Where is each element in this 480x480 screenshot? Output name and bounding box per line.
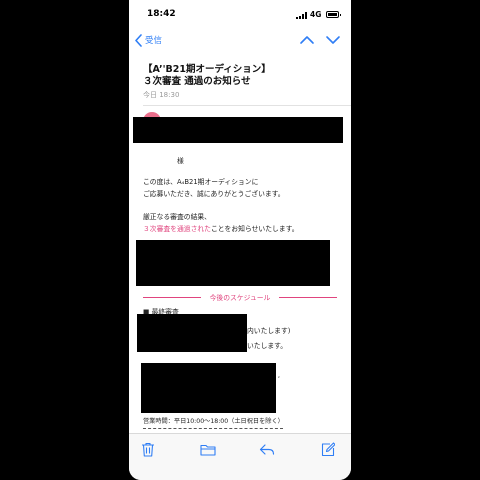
subject-line-2: ３次審査 通過のお知らせ: [143, 76, 251, 87]
redacted-sender: [133, 117, 343, 143]
chevron-down-icon[interactable]: [325, 33, 341, 47]
divider-dashes: [143, 428, 283, 429]
para1-line2: ご応募いただき、誠にありがとうございます。: [143, 190, 285, 198]
chevron-left-icon: [135, 33, 142, 47]
status-time: 18:42: [147, 9, 176, 19]
mail-subject: 【A’'B21期オーディション】 ３次審査 通過のお知らせ: [143, 64, 343, 88]
business-hours: 営業時間：平日10:00～18:00（土日祝日を除く）: [143, 418, 284, 425]
mail-screen: 18:42 4G 受信 【A’'B21期オーディション】 ３次審査 通過のお知ら…: [129, 0, 351, 480]
chevron-up-icon[interactable]: [299, 33, 315, 47]
nav-bar: 受信: [129, 28, 351, 52]
partial-text-3: ʹ: [278, 376, 280, 384]
reply-icon[interactable]: [259, 442, 275, 457]
signal-icon: [296, 12, 307, 19]
redacted-block-3: [141, 363, 276, 413]
partial-text-2: いたします。: [247, 342, 288, 350]
back-button[interactable]: 受信: [134, 32, 162, 48]
para1-line1: この度は、A₄B21期オーディションに: [143, 178, 259, 186]
para2-rest: ことをお知らせいたします。: [210, 225, 299, 233]
battery-icon: [326, 11, 341, 18]
greeting: 様: [177, 157, 184, 165]
redacted-block-1: [136, 240, 330, 286]
para2-line1: 厳正なる審査の結果、: [143, 213, 211, 221]
network-label: 4G: [310, 10, 322, 19]
header-divider: [143, 105, 351, 106]
compose-icon[interactable]: [321, 442, 335, 457]
para2-line2: ３次審査を通過されたことをお知らせいたします。: [143, 223, 299, 233]
back-label: 受信: [145, 36, 163, 46]
schedule-header: 今後のスケジュール: [143, 290, 337, 304]
trash-icon[interactable]: [141, 442, 155, 457]
folder-icon[interactable]: [200, 442, 216, 457]
pass-highlight: ３次審査を通過された: [143, 225, 211, 233]
partial-text-1: 内いたします): [247, 327, 291, 335]
schedule-title: 今後のスケジュール: [209, 294, 271, 302]
mail-date: 今日 18:30: [143, 91, 180, 99]
redacted-block-2: [137, 314, 247, 352]
subject-line-1: 【A’'B21期オーディション】: [143, 64, 271, 75]
bottom-toolbar: [129, 433, 351, 480]
status-bar: 18:42 4G: [129, 0, 351, 28]
